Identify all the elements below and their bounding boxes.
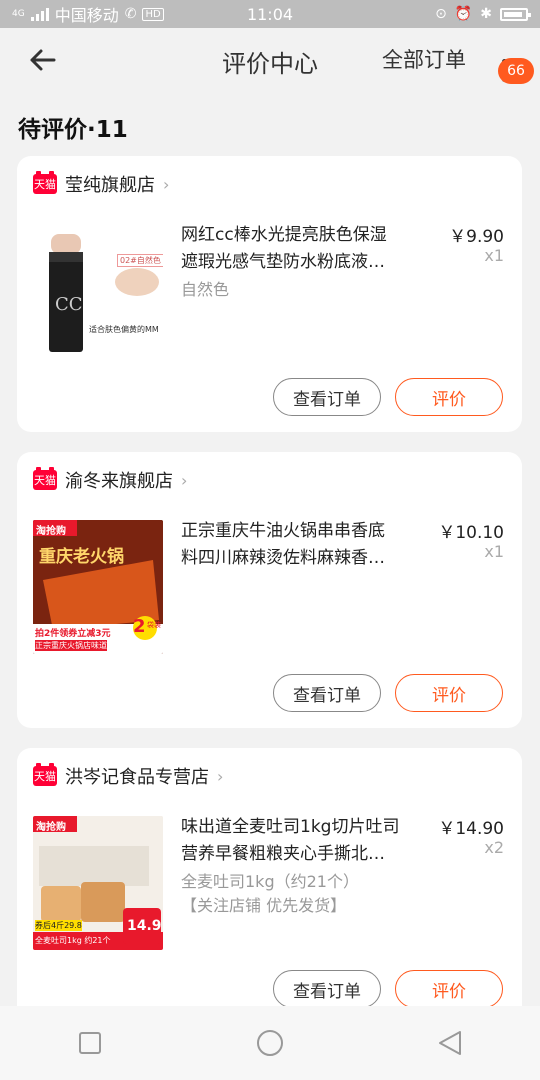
store-row[interactable]: 天猫 渝冬来旗舰店 ›: [33, 467, 188, 492]
product-thumbnail[interactable]: CC 02#自然色 适合肤色偏黄的MM: [33, 224, 163, 358]
view-order-button[interactable]: 查看订单: [273, 674, 381, 712]
thumb-tagline: 正宗重庆火锅店味道: [35, 640, 107, 651]
product-price: ￥14.90: [438, 819, 504, 839]
order-card: 天猫 渝冬来旗舰店 › 淘抢购 重庆老火锅 拍2件领券立减3元 正宗重庆火锅店味…: [17, 452, 522, 728]
system-nav-bar: [0, 1006, 540, 1080]
battery-icon: [500, 7, 531, 21]
thumb-count: 2: [133, 616, 146, 637]
order-card: 天猫 莹纯旗舰店 › CC 02#自然色 适合肤色偏黄的MM 网红cc棒水光提亮…: [17, 156, 522, 432]
thumb-count-unit: 袋装: [147, 621, 161, 629]
thumb-product-name: 重庆老火锅: [39, 547, 124, 567]
message-badge: 66: [498, 58, 534, 84]
store-name: 渝冬来旗舰店: [65, 471, 173, 492]
product-variant: 全麦吐司1kg（约21个）: [181, 872, 359, 891]
square-icon[interactable]: [60, 1013, 120, 1073]
thumb-tagline: 全麦吐司1kg 约21个: [35, 936, 111, 945]
review-button[interactable]: 评价: [395, 378, 503, 416]
product-thumbnail[interactable]: 淘抢购 券后4斤29.8 全麦吐司1kg 约21个 14.9: [33, 816, 163, 950]
thumb-cc-text: CC: [55, 294, 83, 315]
all-orders-link[interactable]: 全部订单: [382, 44, 466, 74]
tmall-badge: 天猫: [33, 763, 57, 786]
thumb-coupon-text: 拍2件领券立减3元: [35, 629, 111, 639]
product-qty: x1: [484, 246, 504, 265]
store-name: 莹纯旗舰店: [65, 175, 155, 196]
product-variant: 自然色: [181, 280, 230, 299]
product-title[interactable]: 正宗重庆牛油火锅串串香底料四川麻辣烫佐料麻辣香…: [181, 518, 401, 572]
triangle-back-icon[interactable]: [420, 1013, 480, 1073]
header: 评价中心 全部订单 66: [0, 28, 540, 94]
product-price: ￥10.10: [438, 523, 504, 543]
chevron-right-icon: ›: [163, 174, 170, 194]
review-button[interactable]: 评价: [395, 674, 503, 712]
cc-stick-image: [49, 234, 159, 352]
view-order-button[interactable]: 查看订单: [273, 378, 381, 416]
thumb-price-tag: 14.9: [127, 918, 162, 934]
thumb-promo-tag: 淘抢购: [36, 526, 66, 537]
product-title[interactable]: 网红cc棒水光提亮肤色保湿遮瑕光感气垫防水粉底液…: [181, 222, 401, 276]
product-thumbnail[interactable]: 淘抢购 重庆老火锅 拍2件领券立减3元 正宗重庆火锅店味道 2 袋装: [33, 520, 163, 654]
review-button[interactable]: 评价: [395, 970, 503, 1008]
tmall-badge: 天猫: [33, 467, 57, 490]
chevron-right-icon: ›: [217, 766, 224, 786]
thumb-coupon-text: 券后4斤29.8: [35, 920, 82, 931]
chevron-right-icon: ›: [181, 470, 188, 490]
thumb-caption: 适合肤色偏黄的MM: [89, 325, 159, 334]
pending-review-title: 待评价·11: [18, 117, 128, 143]
product-price: ￥9.90: [449, 227, 504, 247]
store-row[interactable]: 天猫 莹纯旗舰店 ›: [33, 171, 170, 196]
tmall-badge: 天猫: [33, 171, 57, 194]
store-name: 洪岑记食品专营店: [65, 767, 209, 788]
product-qty: x1: [484, 542, 504, 561]
product-qty: x2: [484, 838, 504, 857]
product-title[interactable]: 味出道全麦吐司1kg切片吐司营养早餐粗粮夹心手撕北…: [181, 814, 401, 868]
view-order-button[interactable]: 查看订单: [273, 970, 381, 1008]
circle-icon[interactable]: [240, 1013, 300, 1073]
thumb-promo-tag: 淘抢购: [36, 822, 66, 833]
product-variant-note: 【关注店铺 优先发货】: [181, 896, 347, 915]
order-card: 天猫 洪岑记食品专营店 › 淘抢购 券后4斤29.8 全麦吐司1kg 约21个 …: [17, 748, 522, 1024]
thumb-shade-label: 02#自然色: [117, 254, 163, 267]
store-row[interactable]: 天猫 洪岑记食品专营店 ›: [33, 763, 224, 788]
status-bar: 4G 中国移动 ✆ HD 11:04 ⊙ ⏰ ✱: [0, 0, 540, 28]
status-time: 11:04: [246, 4, 294, 24]
